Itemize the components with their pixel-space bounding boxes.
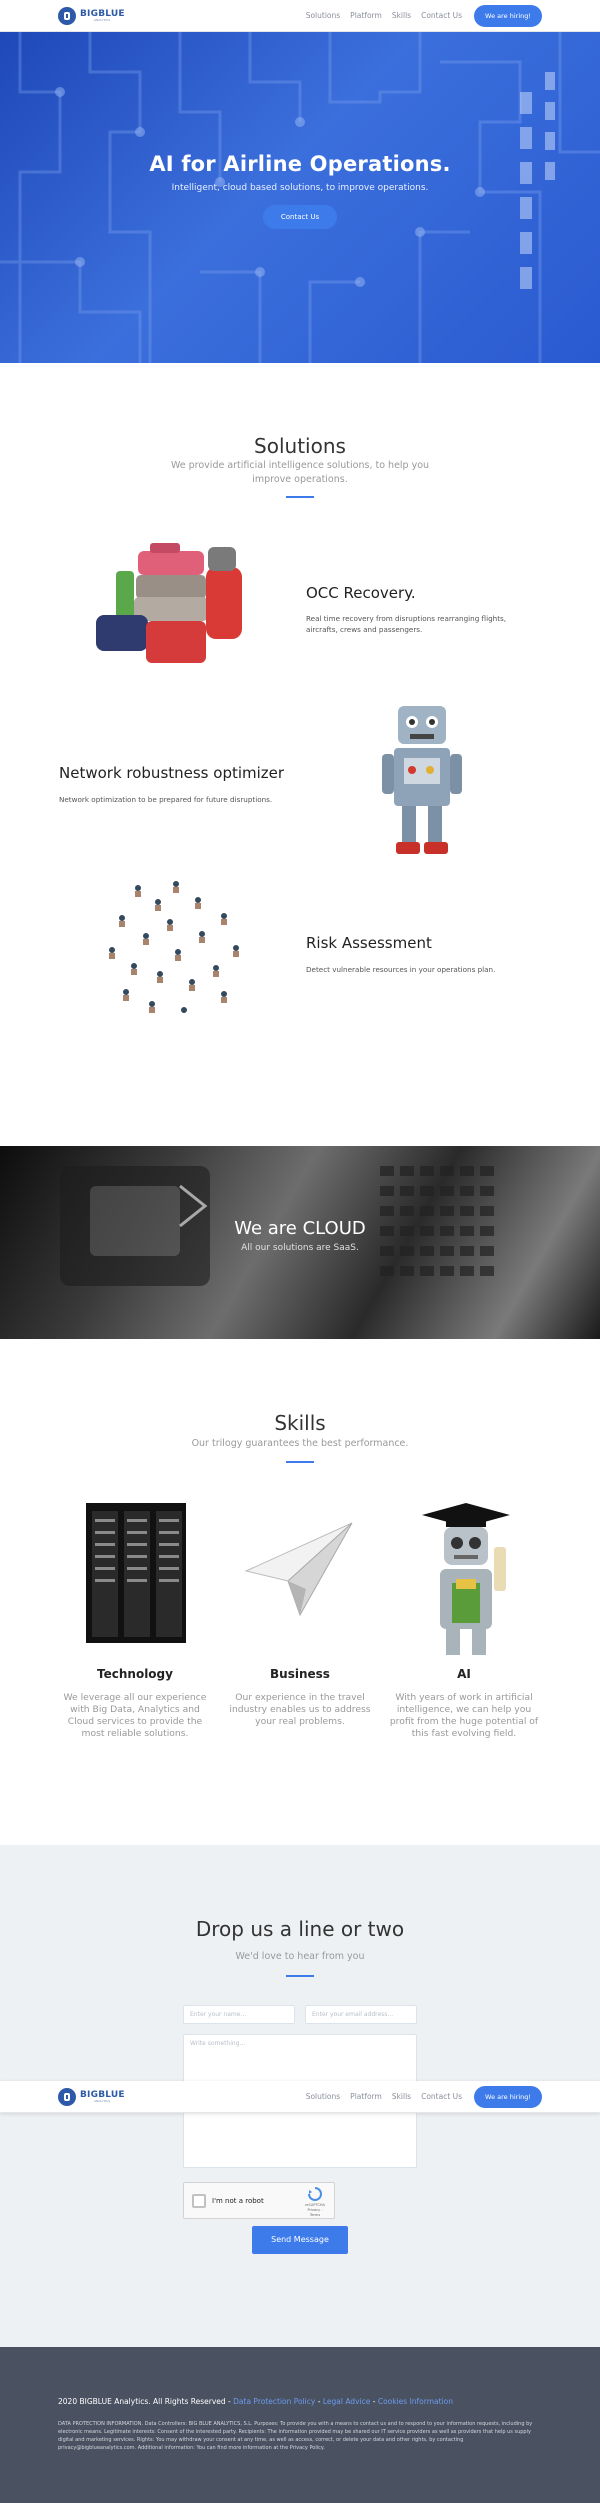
ai-text: With years of work in artificial intelli… [389,1692,539,1739]
email-input[interactable]: Enter your email address... [305,2005,417,2024]
risk-assessment-text: Detect vulnerable resources in your oper… [306,965,496,974]
recaptcha-logo: reCAPTCHA Privacy - Terms [302,2187,328,2218]
logo-tagline: ANALYTICS [94,2098,111,2103]
brand-logo[interactable]: BIGBLUE ANALYTICS [58,6,125,25]
nav-contact-link[interactable]: Contact Us [421,2092,462,2101]
footer-separator: - [370,2397,378,2406]
technology-title: Technology [97,1667,173,1681]
logo-icon [58,6,76,25]
skills-divider [286,1461,314,1463]
hero-section: AI for Airline Operations. Intelligent, … [0,32,600,363]
robot-icon [378,698,468,863]
hero-title: AI for Airline Operations. [149,152,451,176]
recaptcha-terms[interactable]: Privacy - Terms [302,2208,328,2218]
skills-title: Skills [274,1411,326,1435]
luggage-icon [88,541,258,671]
cloud-subtitle: All our solutions are SaaS. [241,1243,359,1253]
footer-data-protection-link[interactable]: Data Protection Policy [233,2397,315,2406]
solutions-subtitle: We provide artificial intelligence solut… [170,460,430,485]
technology-text: We leverage all our experience with Big … [63,1692,207,1739]
footer-legal-advice-link[interactable]: Legal Advice [323,2397,371,2406]
brand-logo-sticky[interactable]: BIGBLUE ANALYTICS [58,2087,125,2106]
contact-title: Drop us a line or two [195,1917,405,1941]
footer-copyright-line: 2020 BIGBLUE Analytics. All Rights Reser… [58,2397,453,2406]
nav-skills-link[interactable]: Skills [392,11,411,20]
logo-tagline: ANALYTICS [94,17,111,22]
paper-plane-icon [240,1515,360,1625]
logo-icon [58,2087,76,2106]
crowd-icon [98,878,250,1020]
send-message-button[interactable]: Send Message [252,2226,348,2254]
network-optimizer-title: Network robustness optimizer [59,764,285,782]
risk-assessment-title: Risk Assessment [306,934,432,952]
network-optimizer-text: Network optimization to be prepared for … [59,795,273,804]
hero-subtitle: Intelligent, cloud based solutions, to i… [171,183,429,193]
recaptcha-label: I'm not a robot [212,2197,264,2205]
business-title: Business [270,1667,330,1681]
nav-platform-link[interactable]: Platform [350,2092,382,2101]
contact-divider [286,1975,314,1977]
recaptcha-icon [308,2187,322,2201]
server-rack-icon [82,1499,192,1649]
occ-recovery-text: Real time recovery from disruptions rear… [306,614,507,634]
cloud-title: We are CLOUD [234,1218,366,1239]
solutions-title: Solutions [254,434,346,458]
nav-solutions-link[interactable]: Solutions [306,11,340,20]
skills-subtitle: Our trilogy guarantees the best performa… [191,1438,409,1449]
sticky-navbar: BIGBLUE ANALYTICS Solutions Platform Ski… [0,2081,600,2113]
cloud-banner: We are CLOUD All our solutions are SaaS. [0,1146,600,1339]
footer: 2020 BIGBLUE Analytics. All Rights Reser… [0,2347,600,2503]
hero-contact-button[interactable]: Contact Us [262,205,338,229]
name-input[interactable]: Enter your name... [183,2005,295,2024]
solutions-divider [286,496,314,498]
hiring-button[interactable]: We are hiring! [474,2085,542,2108]
hiring-button[interactable]: We are hiring! [474,4,542,27]
top-navbar: BIGBLUE ANALYTICS Solutions Platform Ski… [0,0,600,32]
ai-title: AI [457,1667,471,1681]
nav-platform-link[interactable]: Platform [350,11,382,20]
contact-subtitle: We'd love to hear from you [235,1951,365,1962]
recaptcha-widget: I'm not a robot reCAPTCHA Privacy - Term… [183,2182,335,2219]
business-text: Our experience in the travel industry en… [229,1692,371,1727]
footer-copyright: 2020 BIGBLUE Analytics. All Rights Reser… [58,2397,234,2406]
footer-separator: - [315,2397,323,2406]
nav-skills-link[interactable]: Skills [392,2092,411,2101]
footer-cookies-link[interactable]: Cookies Information [378,2397,453,2406]
graduate-robot-icon [402,1503,527,1658]
recaptcha-checkbox[interactable] [192,2194,206,2208]
occ-recovery-title: OCC Recovery. [306,584,416,602]
nav-contact-link[interactable]: Contact Us [421,11,462,20]
nav-solutions-link[interactable]: Solutions [306,2092,340,2101]
footer-legal-text: DATA PROTECTION INFORMATION. Data Contro… [58,2421,533,2451]
